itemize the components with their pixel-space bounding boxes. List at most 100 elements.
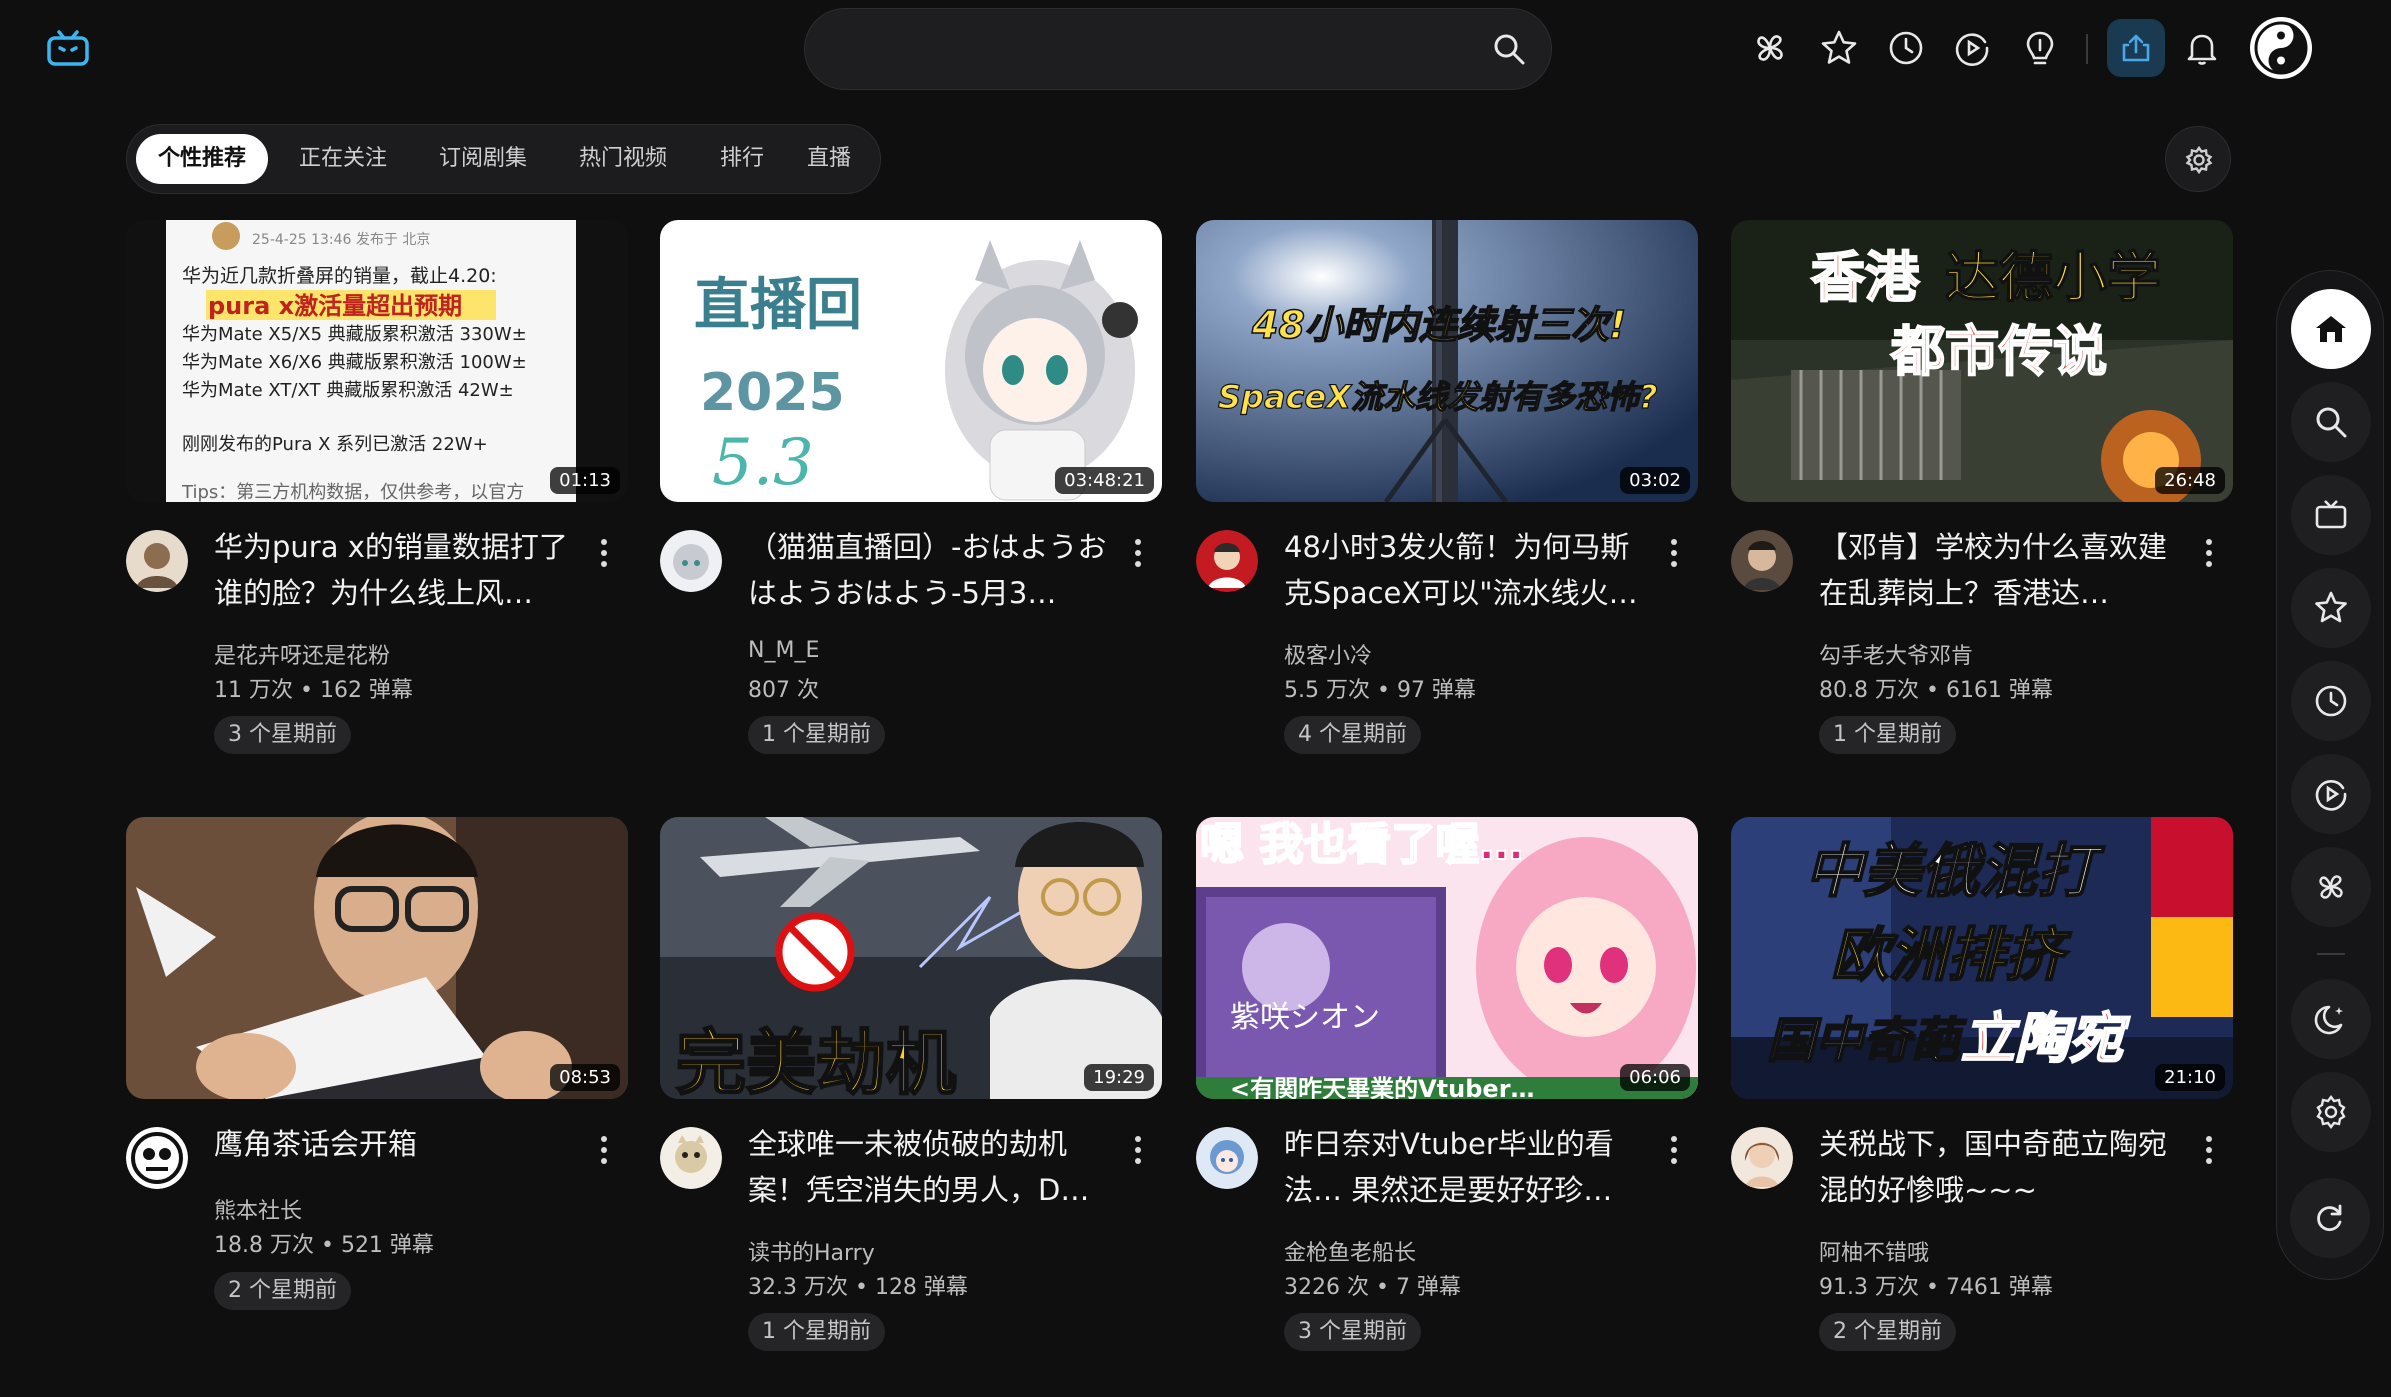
svg-text:都市传说: 都市传说 [1890,320,2107,383]
app-logo-icon[interactable] [46,28,90,68]
video-card[interactable]: 48小时内连续射三次! SpaceX流水线发射有多恐怖? 03:02 48小时3… [1196,220,1698,780]
replay-icon[interactable] [1952,28,1992,68]
search-input[interactable] [835,25,1459,75]
tv-icon [2315,500,2347,529]
video-stats: 11 万次 • 162 弹幕 [214,678,413,703]
video-card[interactable]: 25-4-25 13:46 发布于 北京 华为近几款折叠屏的销量，截止4.20:… [126,220,628,780]
svg-text:直播回: 直播回 [694,273,862,338]
video-stats: 807 次 [748,678,819,703]
top-bar [0,0,2391,100]
feed-settings-button[interactable] [2165,126,2231,192]
svg-text:国中奇葩: 国中奇葩 [1767,1013,1967,1069]
search-bar[interactable] [804,8,1552,90]
video-thumbnail[interactable]: 完美劫机 19:29 [660,817,1162,1099]
lightbulb-icon[interactable] [2020,28,2060,68]
channel-avatar[interactable] [1731,530,1793,592]
channel-avatar[interactable] [126,530,188,592]
channel-name[interactable]: 熊本社长 [214,1193,302,1225]
search-icon[interactable] [1491,31,1527,67]
video-card[interactable]: 完美劫机 19:29 全球唯一未被侦破的劫机案！凭空消失的男人，D… 读书的Ha… [660,817,1162,1377]
video-stats: 5.5 万次 • 97 弹幕 [1284,678,1476,703]
more-options-icon[interactable] [2199,536,2219,570]
channel-name[interactable]: 极客小冷 [1284,638,1372,670]
channel-name[interactable]: 勾手老大爷邓肯 [1819,638,1973,670]
sidebar-item-theme[interactable] [2291,979,2371,1059]
video-title[interactable]: 鹰角茶话会开箱 [214,1121,584,1167]
thumbnail-image: 完美劫机 [660,817,1162,1099]
channel-name[interactable]: 读书的Harry [748,1235,875,1267]
refresh-icon [2317,1204,2342,1231]
more-options-icon[interactable] [1128,1133,1148,1167]
video-thumbnail[interactable]: 紫咲シオン <有関昨天畢業的Vtuber… 嗯 我也看了喔… 06:06 [1196,817,1698,1099]
refresh-button[interactable] [2290,1178,2370,1258]
thumbnail-image: 48小时内连续射三次! SpaceX流水线发射有多恐怖? [1196,220,1698,502]
video-card[interactable]: 中美俄混打 欧洲排挤 国中奇葩 立陶宛 21:10 关税战下，国中奇葩立陶宛混的… [1731,817,2233,1377]
video-card[interactable]: 香港 达德小学 都市传说 26:48 【邓肯】学校为什么喜欢建在乱葬岗上？香港达… [1731,220,2233,780]
channel-name[interactable]: 金枪鱼老船长 [1284,1235,1416,1267]
tab-popular[interactable]: 热门视频 [557,134,689,184]
channel-avatar[interactable] [1196,1127,1258,1189]
video-thumbnail[interactable]: 25-4-25 13:46 发布于 北京 华为近几款折叠屏的销量，截止4.20:… [126,220,628,502]
video-stats: 32.3 万次 • 128 弹幕 [748,1275,968,1300]
tab-following[interactable]: 正在关注 [277,134,409,184]
more-options-icon[interactable] [1128,536,1148,570]
channel-avatar[interactable] [1731,1127,1793,1189]
video-duration: 06:06 [1620,1064,1690,1091]
video-duration: 21:10 [2155,1064,2225,1091]
tab-ranking[interactable]: 排行 [697,134,787,184]
sidebar-item-settings[interactable] [2291,1072,2371,1152]
svg-text:完美劫机: 完美劫机 [676,1022,956,1099]
more-options-icon[interactable] [594,1133,614,1167]
video-thumbnail[interactable]: 48小时内连续射三次! SpaceX流水线发射有多恐怖? 03:02 [1196,220,1698,502]
bell-icon[interactable] [2182,28,2222,68]
video-thumbnail[interactable]: 香港 达德小学 都市传说 26:48 [1731,220,2233,502]
channel-name[interactable]: 是花卉呀还是花粉 [214,638,390,670]
video-title[interactable]: 关税战下，国中奇葩立陶宛混的好惨哦~~~ [1819,1121,2189,1213]
channel-avatar[interactable] [660,1127,722,1189]
video-thumbnail[interactable]: 直播回 2025 5.3 03:48:21 [660,220,1162,502]
sidebar-item-favorites[interactable] [2291,568,2371,648]
svg-text:SpaceX流水线发射有多恐怖?: SpaceX流水线发射有多恐怖? [1218,378,1657,416]
more-options-icon[interactable] [1664,536,1684,570]
channel-avatar[interactable] [1196,530,1258,592]
more-options-icon[interactable] [2199,1133,2219,1167]
video-title[interactable]: 昨日奈对Vtuber毕业的看法… 果然还是要好好珍… [1284,1121,1654,1213]
video-title[interactable]: （猫猫直播回）-おはようおはようおはよう-5月3… [748,524,1118,616]
sidebar-item-home[interactable] [2291,289,2371,369]
category-tabs: 个性推荐 正在关注 订阅剧集 热门视频 排行 直播 [126,124,881,194]
svg-text:华为Mate XT/XT 典藏版累积激活 42W±: 华为Mate XT/XT 典藏版累积激活 42W± [182,380,514,401]
sidebar-item-watch-later[interactable] [2291,754,2371,834]
video-stats: 18.8 万次 • 521 弹幕 [214,1233,434,1258]
user-avatar[interactable] [2250,17,2312,79]
channel-avatar[interactable] [126,1127,188,1189]
video-thumbnail[interactable]: 中美俄混打 欧洲排挤 国中奇葩 立陶宛 21:10 [1731,817,2233,1099]
video-title[interactable]: 全球唯一未被侦破的劫机案！凭空消失的男人，D… [748,1121,1118,1213]
upload-icon [2122,34,2150,62]
tab-recommended[interactable]: 个性推荐 [136,134,268,184]
channel-avatar[interactable] [660,530,722,592]
sidebar-item-discover[interactable] [2291,847,2371,927]
more-options-icon[interactable] [594,536,614,570]
video-thumbnail[interactable]: 08:53 [126,817,628,1099]
clock-icon[interactable] [1886,28,1926,68]
sidebar-item-search[interactable] [2291,382,2371,462]
upload-button[interactable] [2107,19,2165,77]
video-title[interactable]: 48小时3发火箭！为何马斯克SpaceX可以"流水线火… [1284,524,1654,616]
video-card[interactable]: 08:53 鹰角茶话会开箱 熊本社长 18.8 万次 • 521 弹幕 2 个星… [126,817,628,1377]
video-card[interactable]: 紫咲シオン <有関昨天畢業的Vtuber… 嗯 我也看了喔… 06:06 昨日奈… [1196,817,1698,1377]
star-icon[interactable] [1819,28,1859,68]
tab-subscribed-series[interactable]: 订阅剧集 [417,134,549,184]
svg-text:紫咲シオン: 紫咲シオン [1230,1000,1380,1035]
sidebar-item-history[interactable] [2291,661,2371,741]
channel-name[interactable]: N_M_E [748,638,819,663]
video-title[interactable]: 【邓肯】学校为什么喜欢建在乱葬岗上？香港达… [1819,524,2189,616]
tab-live[interactable]: 直播 [787,134,871,184]
video-card[interactable]: 直播回 2025 5.3 03:48:21 （猫猫直播回）-おはようおはようおは… [660,220,1162,780]
video-title[interactable]: 华为pura x的销量数据打了谁的脸？为什么线上风… [214,524,584,616]
svg-text:嗯 我也看了喔…: 嗯 我也看了喔… [1200,819,1523,870]
channel-name[interactable]: 阿柚不错哦 [1819,1235,1929,1267]
pinwheel-icon[interactable] [1750,28,1790,68]
video-duration: 08:53 [550,1064,620,1091]
sidebar-item-tv[interactable] [2291,475,2371,555]
more-options-icon[interactable] [1664,1133,1684,1167]
